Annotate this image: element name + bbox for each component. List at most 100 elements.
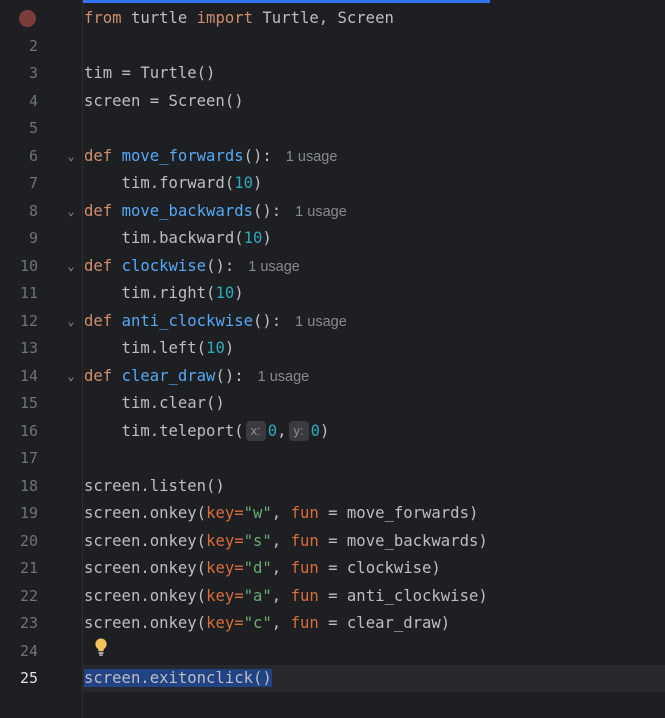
code-line[interactable]: def clear_draw(): 1 usage	[84, 363, 309, 391]
chevron-down-icon[interactable]: ⌄	[64, 308, 78, 335]
parameter-hint-x: x:	[245, 421, 266, 441]
line-number: 13	[19, 339, 38, 357]
code-line[interactable]: tim.forward(10)	[84, 170, 263, 197]
operator: =	[234, 587, 244, 605]
code-line[interactable]: tim.clear()	[84, 390, 225, 417]
line-number: 11	[19, 284, 38, 302]
named-argument: fun	[290, 532, 319, 550]
code-editor[interactable]: 2 3 4 5 6 7 8 9 10 11 12 13 14 15 16 17 …	[0, 0, 665, 718]
named-argument: fun	[290, 504, 319, 522]
code-line[interactable]: tim.teleport(x: 0, y: 0)	[84, 418, 329, 445]
code-line[interactable]: def clockwise(): 1 usage	[84, 253, 300, 281]
code-line[interactable]: screen.onkey(key="d", fun = clockwise)	[84, 555, 441, 582]
line-number: 20	[19, 532, 38, 550]
usage-hint[interactable]: 1 usage	[286, 149, 338, 165]
code-text: screen.onkey(	[84, 614, 207, 632]
named-argument: fun	[290, 614, 319, 632]
number-literal: 10	[206, 339, 225, 357]
code-line[interactable]: screen = Screen()	[84, 88, 244, 115]
code-text: screen.onkey(	[84, 532, 207, 550]
number-literal: 10	[215, 284, 235, 302]
chevron-down-icon[interactable]: ⌄	[64, 253, 78, 280]
line-number: 5	[28, 119, 38, 137]
line-number: 7	[28, 174, 38, 192]
line-number: 19	[19, 504, 38, 522]
code-text: = anti_clockwise)	[318, 587, 488, 605]
code-line[interactable]: tim.left(10)	[84, 335, 235, 362]
selected-text[interactable]: screen.exitonclick()	[84, 669, 272, 687]
code-text: ,	[271, 614, 291, 632]
code-line[interactable]: tim.right(10)	[84, 280, 244, 307]
line-number: 15	[19, 394, 38, 412]
parameter-hint-y: y:	[288, 421, 309, 441]
code-text: ,	[271, 587, 291, 605]
code-line[interactable]: screen.onkey(key="w", fun = move_forward…	[84, 500, 478, 527]
code-line[interactable]: tim.backward(10)	[84, 225, 272, 252]
gutter[interactable]: 2 3 4 5 6 7 8 9 10 11 12 13 14 15 16 17 …	[0, 0, 83, 718]
code-text: Turtle, Screen	[253, 9, 394, 27]
line-number	[0, 5, 38, 32]
keyword: from	[84, 9, 122, 27]
code-text: ,	[271, 559, 291, 577]
keyword: def	[84, 312, 113, 330]
named-argument: fun	[290, 587, 319, 605]
line-number: 23	[19, 614, 38, 632]
line-number: 6	[28, 147, 38, 165]
line-number: 22	[19, 587, 38, 605]
function-name: clockwise	[121, 257, 207, 275]
code-line[interactable]: tim = Turtle()	[84, 60, 215, 87]
line-number: 18	[19, 477, 38, 495]
operator: =	[234, 504, 244, 522]
operator: =	[234, 532, 244, 550]
usage-hint[interactable]: 1 usage	[295, 204, 347, 220]
function-name: anti_clockwise	[121, 312, 253, 330]
chevron-down-icon[interactable]: ⌄	[64, 363, 78, 390]
operator: =	[234, 559, 244, 577]
string-literal: "a"	[243, 587, 272, 605]
code-text: ():	[243, 147, 272, 165]
code-line[interactable]: screen.listen()	[84, 473, 225, 500]
keyword: import	[196, 9, 254, 27]
line-number: 4	[28, 92, 38, 110]
line-number: 16	[19, 422, 38, 440]
code-text: tim.backward(	[84, 229, 244, 247]
line-number: 8	[28, 202, 38, 220]
code-text: screen.onkey(	[84, 559, 207, 577]
number-literal: 10	[234, 174, 253, 192]
code-text: tim.forward(	[84, 174, 235, 192]
chevron-down-icon[interactable]: ⌄	[64, 198, 78, 225]
editor-tab-indicator	[83, 0, 490, 3]
usage-hint[interactable]: 1 usage	[295, 314, 347, 330]
usage-hint[interactable]: 1 usage	[248, 259, 300, 275]
code-text: tim.teleport(	[84, 422, 244, 440]
code-line[interactable]: def anti_clockwise(): 1 usage	[84, 308, 347, 336]
code-text: screen.onkey(	[84, 504, 207, 522]
line-number: 21	[19, 559, 38, 577]
code-line[interactable]: from turtle import Turtle, Screen	[84, 5, 394, 32]
code-text: = clockwise)	[318, 559, 441, 577]
code-text: ():	[253, 312, 282, 330]
code-line[interactable]: screen.onkey(key="c", fun = clear_draw)	[84, 610, 450, 637]
code-line-current[interactable]: screen.exitonclick()	[84, 665, 272, 692]
code-text: = move_backwards)	[318, 532, 488, 550]
operator: =	[234, 614, 244, 632]
named-argument: key	[206, 587, 235, 605]
code-line[interactable]: def move_backwards(): 1 usage	[84, 198, 347, 226]
named-argument: key	[206, 504, 235, 522]
code-line[interactable]: screen.onkey(key="a", fun = anti_clockwi…	[84, 583, 488, 610]
keyword: def	[84, 147, 113, 165]
function-name: clear_draw	[121, 367, 216, 385]
code-text: )	[234, 284, 244, 302]
line-number: 17	[19, 449, 38, 467]
function-name: move_backwards	[121, 202, 253, 220]
line-number: 12	[19, 312, 38, 330]
code-line[interactable]: def move_forwards(): 1 usage	[84, 143, 337, 171]
keyword: def	[84, 257, 113, 275]
usage-hint[interactable]: 1 usage	[258, 369, 310, 385]
lightbulb-icon[interactable]	[92, 637, 110, 657]
line-number-current: 25	[19, 669, 38, 687]
chevron-down-icon[interactable]: ⌄	[64, 143, 78, 170]
line-number: 2	[28, 37, 38, 55]
keyword: def	[84, 202, 113, 220]
code-line[interactable]: screen.onkey(key="s", fun = move_backwar…	[84, 528, 488, 555]
